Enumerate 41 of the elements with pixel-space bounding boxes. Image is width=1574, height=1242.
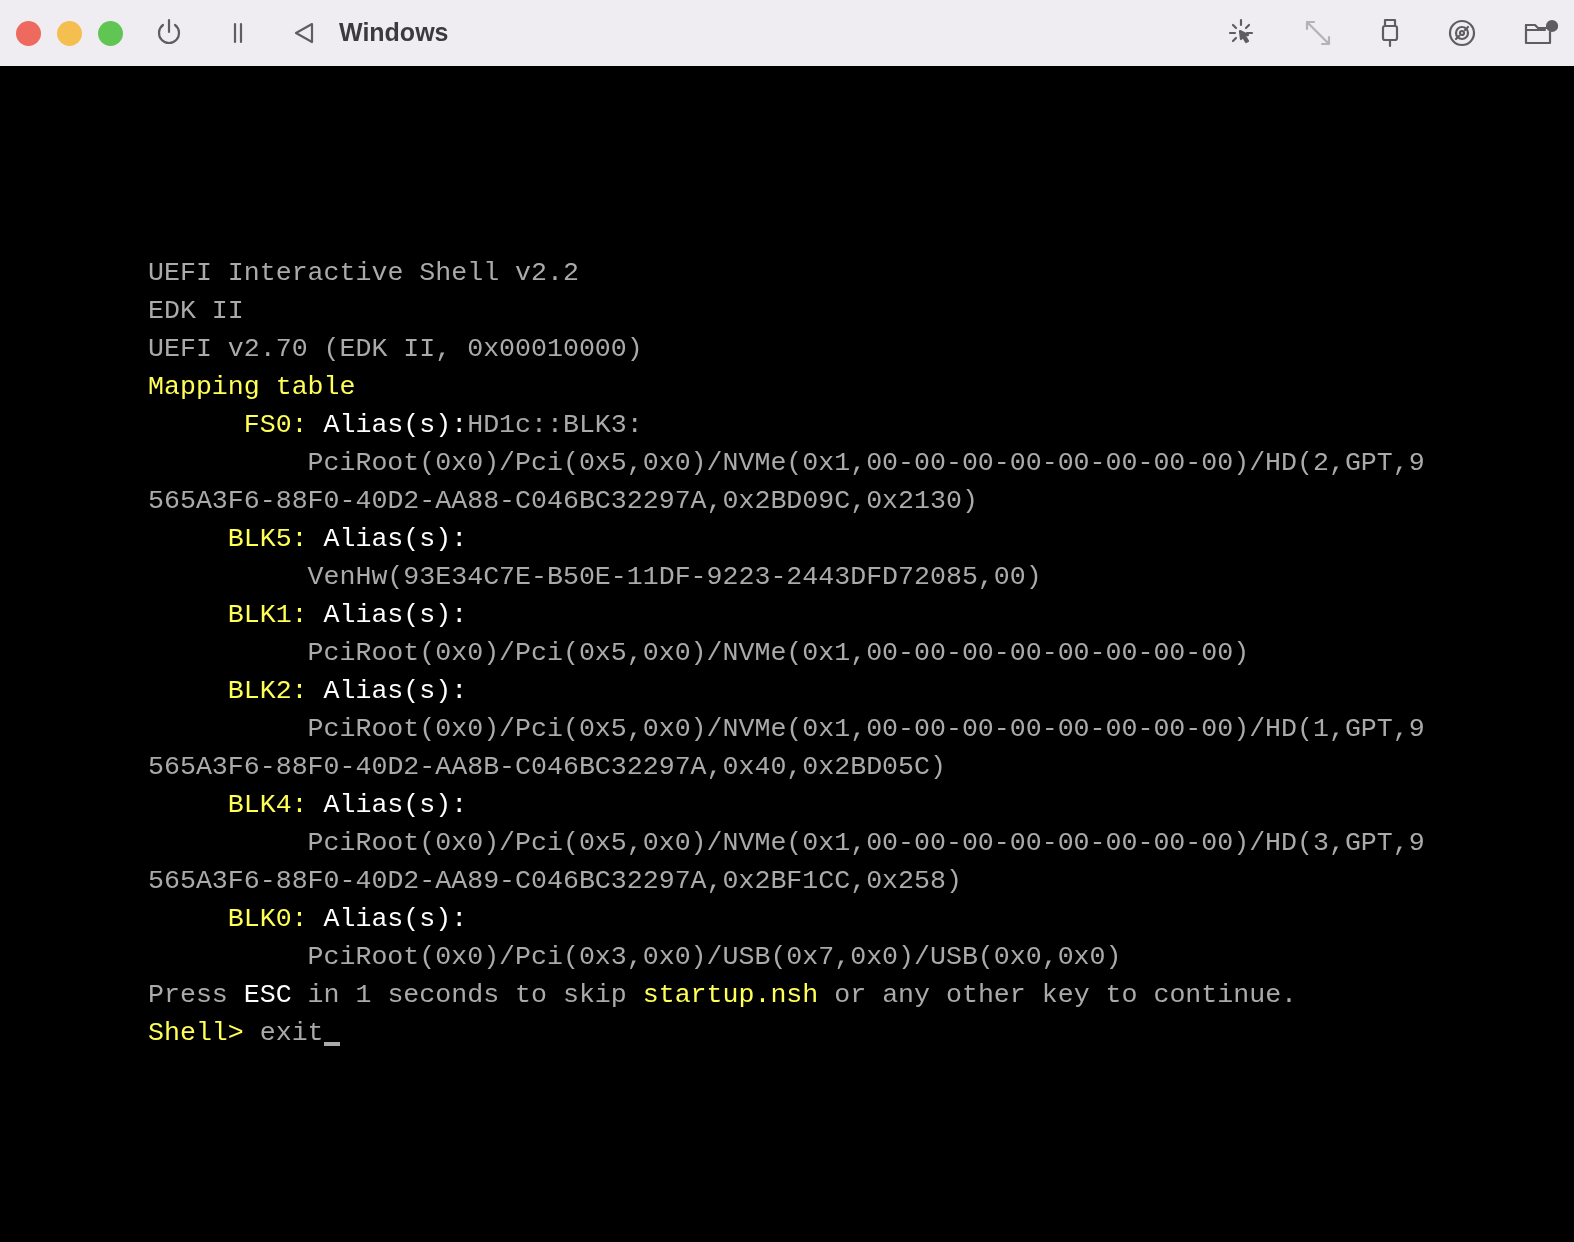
device-label: BLK5: — [226, 523, 308, 556]
terminal-text: PciRoot(0x0)/Pci(0x5,0x0)/NVMe(0x1,00-00-00-00-00-00-00-00)/HD(3,GPT,9 — [306, 827, 1425, 860]
back-icon[interactable] — [293, 21, 315, 45]
terminal-text: Press — [148, 979, 228, 1012]
terminal-text: 565A3F6-88F0-40D2-AA8B-C046BC32297A,0x40,0x2BD05C) — [148, 751, 946, 784]
terminal-text: Mapping table — [148, 371, 356, 404]
terminal-text: Alias(s): — [323, 675, 468, 708]
terminal-text: UEFI Interactive Shell v2.2 — [148, 257, 579, 290]
disc-icon[interactable] — [1448, 19, 1476, 47]
terminal-text: Alias(s): — [323, 523, 468, 556]
terminal-text: HD1c::BLK3: — [467, 409, 643, 442]
terminal-text: 565A3F6-88F0-40D2-AA89-C046BC32297A,0x2BF1CC,0x258) — [148, 865, 962, 898]
device-label: FS0: — [242, 409, 308, 442]
terminal-text: PciRoot(0x0)/Pci(0x5,0x0)/NVMe(0x1,00-00-00-00-00-00-00-00)/HD(1,GPT,9 — [306, 713, 1425, 746]
terminal-text: Alias(s): — [323, 903, 468, 936]
close-button[interactable] — [16, 20, 41, 46]
window-title: Windows — [339, 17, 449, 49]
terminal-text: UEFI v2.70 (EDK II, 0x00010000) — [148, 333, 643, 366]
shared-folder-icon[interactable] — [1524, 19, 1558, 47]
device-label: BLK2: — [226, 675, 308, 708]
text-cursor — [323, 1042, 340, 1046]
terminal-text: Alias(s): — [323, 409, 468, 442]
terminal-text: ESC — [243, 979, 292, 1012]
terminal-text: EDK II — [148, 295, 244, 328]
terminal-text: PciRoot(0x0)/Pci(0x5,0x0)/NVMe(0x1,00-00-00-00-00-00-00-00)/HD(2,GPT,9 — [306, 447, 1425, 480]
terminal-text: startup.nsh — [642, 979, 819, 1012]
terminal-text: Alias(s): — [323, 789, 468, 822]
terminal-text: PciRoot(0x0)/Pci(0x5,0x0)/NVMe(0x1,00-00-00-00-00-00-00-00) — [306, 637, 1250, 670]
shell-prompt: Shell> — [148, 1017, 244, 1050]
device-label: BLK4: — [226, 789, 308, 822]
terminal-text: in 1 seconds to skip — [307, 979, 627, 1012]
terminal-text: 565A3F6-88F0-40D2-AA88-C046BC32297A,0x2BD09C,0x2130) — [148, 485, 978, 518]
terminal-text: VenHw(93E34C7E-B50E-11DF-9223-2443DFD72085,00) — [306, 561, 1042, 594]
terminal-text: Alias(s): — [323, 599, 468, 632]
device-label: BLK1: — [226, 599, 308, 632]
terminal-text: PciRoot(0x0)/Pci(0x3,0x0)/USB(0x7,0x0)/USB(0x0,0x0) — [306, 941, 1122, 974]
pause-icon[interactable] — [231, 22, 245, 44]
usb-plug-icon[interactable] — [1380, 18, 1400, 48]
terminal-text: or any other key to continue. — [834, 979, 1298, 1012]
terminal-text: exit — [259, 1017, 324, 1050]
device-label: BLK0: — [226, 903, 308, 936]
